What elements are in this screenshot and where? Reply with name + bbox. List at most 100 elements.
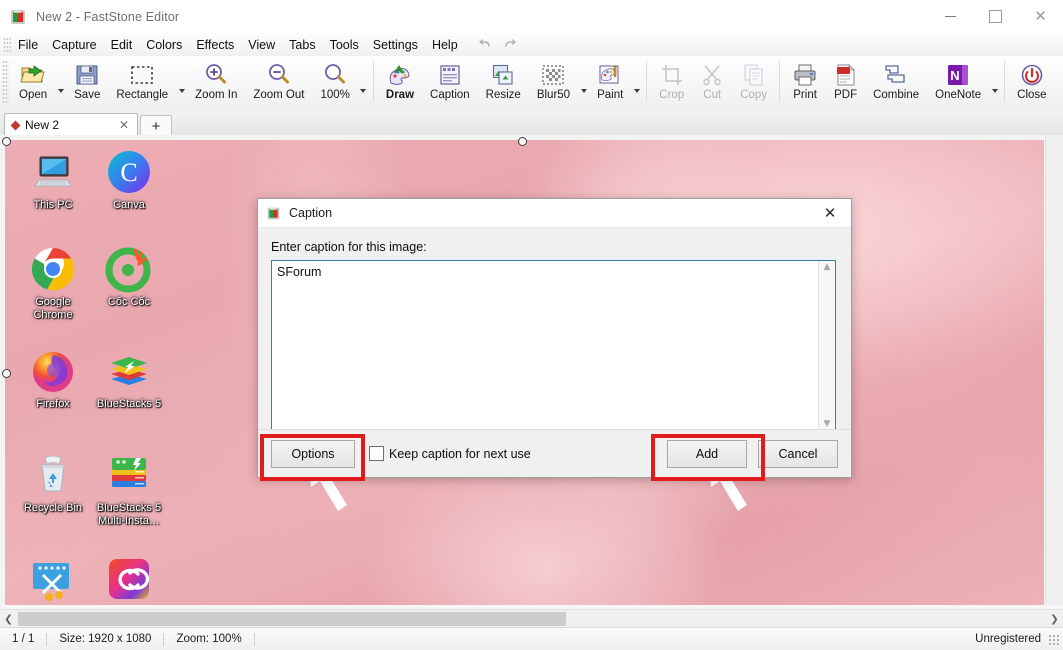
options-button[interactable]: Options bbox=[271, 439, 355, 468]
undo-icon[interactable] bbox=[475, 36, 495, 53]
toolbar-label-save: Save bbox=[74, 89, 101, 101]
caption-textarea[interactable] bbox=[272, 261, 818, 431]
toolbar-button-onenote[interactable]: N OneNote bbox=[927, 56, 989, 112]
svg-text:N: N bbox=[950, 68, 959, 83]
status-zoom-level: Zoom: 100% bbox=[176, 633, 242, 645]
toolbar-label-zoom-out: Zoom Out bbox=[253, 89, 305, 101]
toolbar-caret-zoom-100[interactable] bbox=[358, 56, 369, 111]
toolbar-button-resize[interactable]: Resize bbox=[478, 56, 529, 112]
desktop-icon-label: BlueStacks 5 bbox=[96, 398, 162, 410]
toolbar-button-zoom-in[interactable]: Zoom In bbox=[187, 56, 245, 112]
caption-icon bbox=[438, 61, 462, 88]
desktop-icon-bluestacks-multi: BlueStacks 5 Multi-Insta… bbox=[91, 451, 167, 527]
toolbar-button-caption[interactable]: Caption bbox=[422, 56, 478, 112]
toolbar-label-open: Open bbox=[19, 89, 48, 101]
resize-grip-icon[interactable] bbox=[1047, 632, 1060, 646]
vertical-scrollbar[interactable] bbox=[1045, 135, 1063, 605]
menu-item-tabs[interactable]: Tabs bbox=[282, 36, 322, 54]
toolbar-label-resize: Resize bbox=[485, 89, 521, 101]
horizontal-scrollbar[interactable]: ❮ ❯ bbox=[0, 609, 1063, 628]
toolbar-button-close[interactable]: Close bbox=[1009, 56, 1054, 112]
this-pc-icon bbox=[29, 148, 77, 196]
menu-bar: File Capture Edit Colors Effects View Ta… bbox=[0, 33, 1063, 57]
horizontal-scroll-thumb[interactable] bbox=[18, 612, 566, 626]
toolbar-button-print[interactable]: Print bbox=[784, 56, 826, 112]
menu-item-colors[interactable]: Colors bbox=[139, 36, 189, 54]
bluestacks-icon bbox=[105, 347, 153, 395]
menu-item-tools[interactable]: Tools bbox=[323, 36, 366, 54]
keep-caption-row[interactable]: Keep caption for next use bbox=[369, 446, 531, 461]
desktop-icon-label: Cốc Cốc bbox=[107, 296, 151, 308]
toolbar-button-paint[interactable]: Paint bbox=[589, 56, 631, 112]
keep-caption-label: Keep caption for next use bbox=[389, 446, 531, 461]
cancel-button[interactable]: Cancel bbox=[758, 439, 838, 468]
menu-item-edit[interactable]: Edit bbox=[104, 36, 140, 54]
toolbar-separator bbox=[372, 61, 374, 101]
keep-caption-checkbox[interactable] bbox=[369, 446, 384, 461]
selection-handle-top-center[interactable] bbox=[518, 137, 527, 146]
toolbar-button-pdf[interactable]: PDF bbox=[826, 56, 865, 112]
canva-icon: C bbox=[105, 148, 153, 196]
maximize-button[interactable] bbox=[973, 0, 1018, 33]
desktop-icon-label: Recycle Bin bbox=[23, 502, 83, 514]
menu-item-help[interactable]: Help bbox=[425, 36, 465, 54]
menu-item-capture[interactable]: Capture bbox=[45, 36, 103, 54]
status-registration: Unregistered bbox=[975, 633, 1041, 645]
toolbar-button-open[interactable]: Open bbox=[11, 56, 55, 112]
minimize-button[interactable] bbox=[928, 0, 973, 33]
draw-palette-icon bbox=[387, 61, 412, 88]
toolbar-caret-paint[interactable] bbox=[631, 56, 642, 111]
toolbar-button-zoom-100[interactable]: 100% bbox=[312, 56, 357, 112]
scroll-up-icon[interactable]: ▲ bbox=[824, 263, 831, 272]
dialog-title-bar: Caption ✕ bbox=[258, 199, 851, 228]
selection-handle-middle-left[interactable] bbox=[2, 369, 11, 378]
scroll-right-button[interactable]: ❯ bbox=[1046, 611, 1063, 628]
firefox-icon bbox=[29, 347, 77, 395]
scissors-icon bbox=[700, 61, 724, 88]
add-button[interactable]: Add bbox=[667, 439, 747, 468]
desktop-icon-label: Firefox bbox=[36, 398, 70, 410]
faststone-logo-icon bbox=[9, 8, 27, 26]
faststone-logo-icon bbox=[266, 206, 281, 221]
scroll-left-button[interactable]: ❮ bbox=[0, 611, 17, 628]
menu-item-file[interactable]: File bbox=[11, 36, 45, 54]
toolbar-button-combine[interactable]: Combine bbox=[865, 56, 927, 112]
toolbar-button-save[interactable]: Save bbox=[66, 56, 108, 112]
dialog-close-button[interactable]: ✕ bbox=[809, 199, 851, 227]
toolbar-label-caption: Caption bbox=[430, 89, 470, 101]
toolbar-button-copy[interactable]: Copy bbox=[732, 56, 775, 112]
close-window-button[interactable]: ✕ bbox=[1018, 0, 1063, 33]
title-bar: New 2 - FastStone Editor ✕ bbox=[0, 0, 1063, 34]
toolbar-button-blur[interactable]: Blur50 bbox=[529, 56, 578, 112]
scroll-down-icon[interactable]: ▼ bbox=[824, 420, 831, 429]
redo-icon[interactable] bbox=[501, 36, 521, 53]
toolbar-button-draw[interactable]: Draw bbox=[378, 56, 422, 112]
caption-textarea-scrollbar[interactable]: ▲ ▼ bbox=[818, 261, 835, 431]
toolbar-button-zoom-out[interactable]: Zoom Out bbox=[245, 56, 312, 112]
toolbar-button-crop[interactable]: Crop bbox=[651, 56, 692, 112]
toolbar-caret-blur[interactable] bbox=[578, 56, 589, 111]
tab-modified-icon bbox=[10, 120, 21, 130]
tab-new-2[interactable]: New 2 ✕ bbox=[4, 113, 138, 136]
new-tab-button[interactable]: + bbox=[140, 115, 172, 136]
menu-item-effects[interactable]: Effects bbox=[189, 36, 241, 54]
toolbar-caret-rectangle[interactable] bbox=[176, 56, 187, 111]
toolbar-separator bbox=[646, 61, 648, 101]
desktop-icon-video-editor bbox=[15, 555, 91, 605]
menu-item-view[interactable]: View bbox=[241, 36, 282, 54]
toolbar-label-rectangle: Rectangle bbox=[116, 89, 169, 101]
toolbar-button-cut[interactable]: Cut bbox=[692, 56, 732, 112]
toolbar-separator bbox=[1004, 61, 1006, 101]
toolbar-separator bbox=[779, 61, 781, 101]
toolbar-button-rectangle[interactable]: Rectangle bbox=[108, 56, 176, 112]
toolbar-caret-onenote[interactable] bbox=[989, 56, 1000, 111]
selection-handle-top-left[interactable] bbox=[2, 137, 11, 146]
toolbar-caret-open[interactable] bbox=[55, 56, 66, 111]
caption-dialog: Caption ✕ Enter caption for this image: … bbox=[257, 198, 852, 478]
tab-close-icon[interactable]: ✕ bbox=[116, 119, 132, 131]
onenote-icon: N bbox=[946, 61, 970, 88]
desktop-icon-label: This PC bbox=[33, 199, 73, 211]
dialog-title: Caption bbox=[289, 206, 333, 220]
toolbar-label-zoom-in: Zoom In bbox=[195, 89, 238, 101]
menu-item-settings[interactable]: Settings bbox=[366, 36, 425, 54]
